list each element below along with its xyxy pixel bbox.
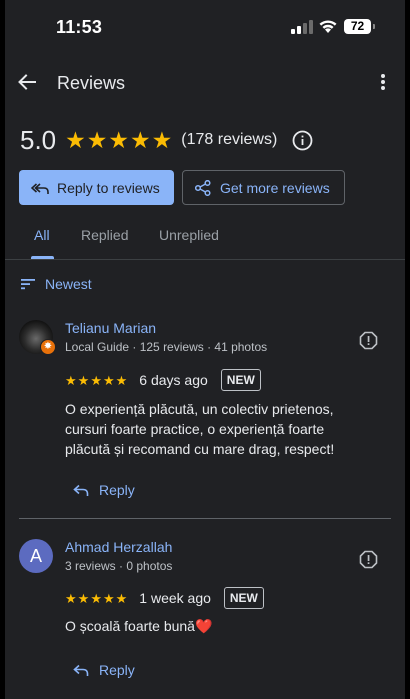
review-rating-line: ★ ★ ★ ★ ★ 1 week ago NEW: [65, 586, 264, 610]
star-icon: ★: [86, 126, 108, 153]
star-icon: ★: [65, 590, 77, 606]
tab-unreplied[interactable]: Unreplied: [159, 227, 219, 243]
tab-all[interactable]: All: [34, 227, 50, 243]
back-arrow-icon: [18, 74, 36, 90]
reply-to-reviews-label: Reply to reviews: [57, 179, 160, 196]
star-icon: ★: [102, 590, 115, 606]
reply-button[interactable]: Reply: [73, 658, 135, 682]
review-date: 1 week ago: [139, 590, 211, 606]
review-stars: ★ ★ ★ ★ ★: [65, 374, 127, 387]
reply-label: Reply: [99, 482, 135, 498]
reply-label: Reply: [99, 662, 135, 678]
new-badge: NEW: [220, 369, 261, 391]
review-text: O școală foarte bună❤️: [65, 618, 213, 634]
share-icon: [194, 179, 212, 197]
info-icon: [292, 130, 313, 150]
review-count: (178 reviews): [181, 131, 278, 148]
star-icon: ★: [151, 126, 173, 153]
wifi-icon: [319, 20, 337, 33]
review-rating-line: ★ ★ ★ ★ ★ 6 days ago NEW: [65, 368, 261, 392]
reply-icon: [73, 484, 89, 496]
sort-icon: [21, 279, 35, 290]
reviewer-name[interactable]: Ahmad Herzallah: [65, 539, 172, 555]
report-icon: [359, 331, 377, 349]
star-icon: ★: [65, 126, 86, 153]
star-icon: ★: [130, 126, 151, 153]
star-icon: ★: [90, 590, 102, 606]
star-icon: ★: [77, 372, 90, 388]
rating-stars: ★ ★ ★ ★ ★: [65, 126, 173, 153]
report-review-button[interactable]: [356, 328, 380, 352]
star-icon: ★: [77, 590, 90, 606]
status-bar: 11:53 72: [5, 0, 405, 56]
reviewer-avatar[interactable]: ✸: [19, 320, 56, 355]
report-review-button[interactable]: [356, 547, 380, 571]
get-more-reviews-button[interactable]: Get more reviews: [182, 170, 345, 205]
sort-label: Newest: [45, 276, 92, 292]
more-options-button[interactable]: [369, 68, 397, 96]
signal-icon: [291, 20, 313, 34]
reply-icon: [73, 664, 89, 676]
reviewer-meta: Local Guide · 125 reviews · 41 photos: [65, 340, 268, 354]
tab-replied[interactable]: Replied: [81, 227, 128, 243]
local-guide-icon: ✸: [40, 339, 56, 355]
reviewer-avatar[interactable]: A: [19, 539, 53, 573]
rating-summary: 5.0 ★ ★ ★ ★ ★ (178 reviews): [20, 124, 313, 156]
sort-selector[interactable]: Newest: [20, 274, 92, 294]
active-tab-indicator: [31, 256, 54, 259]
battery-indicator: 72: [344, 19, 371, 34]
review-tabs: All Replied Unreplied: [5, 218, 405, 260]
more-vert-icon: [381, 74, 385, 90]
page-title: Reviews: [57, 73, 126, 93]
star-icon: ★: [108, 126, 130, 153]
star-icon: ★: [115, 590, 128, 606]
reviewer-meta: 3 reviews · 0 photos: [65, 559, 173, 573]
star-icon: ★: [65, 372, 77, 388]
back-button[interactable]: [13, 68, 41, 96]
star-icon: ★: [102, 372, 115, 388]
reply-to-reviews-button[interactable]: Reply to reviews: [19, 170, 174, 205]
reply-button[interactable]: Reply: [73, 478, 135, 502]
star-icon: ★: [115, 372, 128, 388]
review-date: 6 days ago: [139, 372, 208, 388]
new-badge: NEW: [223, 587, 264, 609]
review-text: O experiență plăcută, un colectiv priete…: [65, 401, 335, 457]
review-stars: ★ ★ ★ ★ ★: [65, 592, 127, 605]
review-divider: [19, 518, 391, 519]
star-icon: ★: [90, 372, 102, 388]
battery-cap: [373, 24, 375, 29]
info-button[interactable]: [291, 129, 313, 151]
average-rating: 5.0: [20, 124, 57, 155]
reply-all-icon: [31, 179, 49, 197]
app-bar: Reviews: [5, 58, 405, 108]
phone-screen: 11:53 72 Reviews 5.0 ★ ★ ★ ★ ★ (178 revi…: [5, 0, 405, 699]
get-more-reviews-label: Get more reviews: [220, 179, 330, 196]
status-time: 11:53: [56, 17, 103, 37]
reviewer-name[interactable]: Telianu Marian: [65, 320, 156, 336]
report-icon: [359, 550, 377, 568]
